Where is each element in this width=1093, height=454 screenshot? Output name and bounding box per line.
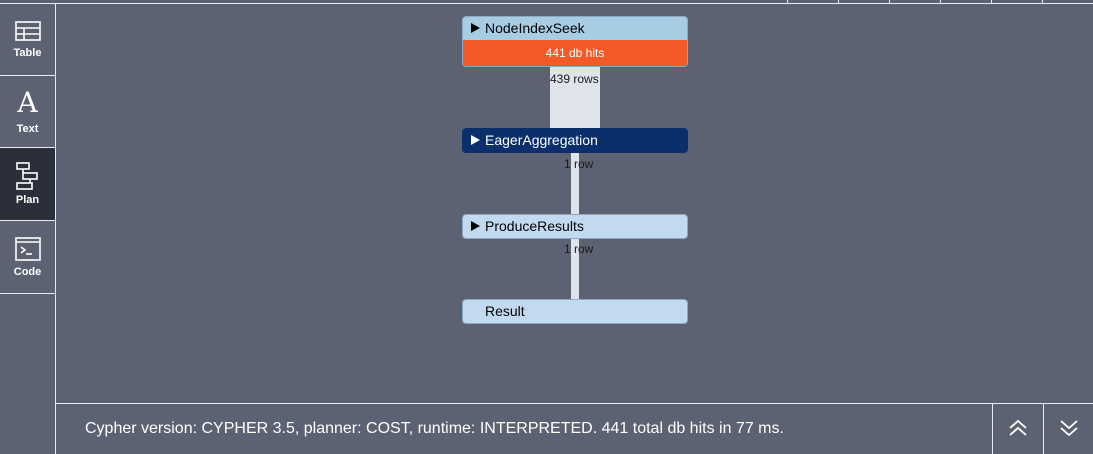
plan-operator-eager-aggregation[interactable]: EagerAggregation <box>462 128 688 153</box>
plan-operator-node-index-seek[interactable]: NodeIndexSeek 441 db hits <box>462 16 688 67</box>
plan-icon <box>15 162 38 190</box>
edge-rows-label: 439 rows <box>550 72 599 86</box>
table-view-button[interactable]: Table <box>0 4 55 76</box>
query-plan-canvas: NodeIndexSeek 441 db hits 439 rows Eager… <box>56 4 1093 403</box>
code-view-label: Code <box>13 266 42 278</box>
collapse-button[interactable] <box>992 404 1043 454</box>
double-chevron-down-icon <box>1060 420 1078 437</box>
plan-view-button[interactable]: Plan <box>0 148 55 221</box>
expand-triangle-icon <box>471 135 480 145</box>
operator-header[interactable]: NodeIndexSeek <box>463 17 687 40</box>
operator-header[interactable]: EagerAggregation <box>463 129 687 152</box>
expand-button[interactable] <box>1043 404 1093 454</box>
text-view-button[interactable]: A Text <box>0 76 55 148</box>
plan-view-label: Plan <box>15 194 40 206</box>
expand-triangle-icon <box>471 23 480 33</box>
edge-rows-label: 1 row <box>564 157 594 171</box>
code-icon <box>14 237 41 261</box>
operator-name: EagerAggregation <box>485 132 598 148</box>
edge-rows-label: 1 row <box>564 242 594 256</box>
table-view-label: Table <box>13 47 42 59</box>
db-hits-bar: 441 db hits <box>463 40 687 66</box>
operator-name: NodeIndexSeek <box>485 20 585 36</box>
operator-header[interactable]: ProduceResults <box>463 215 687 238</box>
status-footer: Cypher version: CYPHER 3.5, planner: COS… <box>56 403 1093 454</box>
query-summary-text: Cypher version: CYPHER 3.5, planner: COS… <box>85 420 784 437</box>
plan-operator-result[interactable]: Result <box>462 299 688 324</box>
text-view-label: Text <box>16 123 39 135</box>
view-mode-sidebar: Table A Text Plan Code <box>0 4 56 454</box>
code-view-button[interactable]: Code <box>0 221 55 294</box>
operator-name: ProduceResults <box>485 218 584 234</box>
operator-name: Result <box>485 303 525 319</box>
text-icon: A <box>17 86 38 119</box>
table-icon <box>14 21 41 41</box>
operator-header[interactable]: Result <box>463 300 687 323</box>
plan-operator-produce-results[interactable]: ProduceResults <box>462 214 688 239</box>
expand-triangle-icon <box>471 221 480 231</box>
double-chevron-up-icon <box>1009 419 1027 436</box>
